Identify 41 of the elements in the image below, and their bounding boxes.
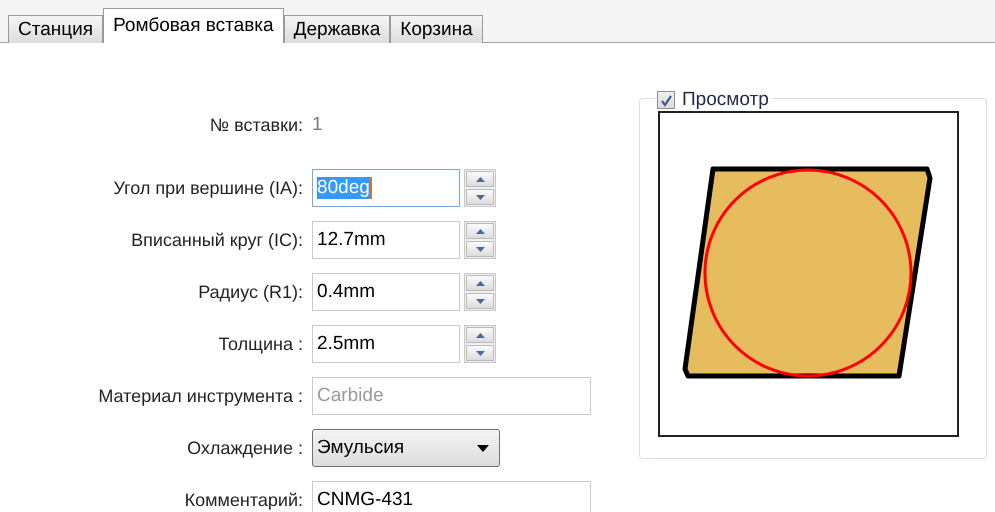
field-value: 12.7mm (317, 229, 386, 251)
input-field[interactable]: 0.4mm (312, 273, 460, 311)
up-arrow-icon (476, 332, 484, 338)
input-field[interactable]: CNMG-431 (312, 481, 591, 512)
down-arrow-icon (476, 246, 484, 252)
spin-buttons[interactable] (464, 169, 496, 207)
insert-number: 1 (312, 112, 323, 137)
field-value: CNMG-431 (317, 488, 414, 512)
up-arrow-icon (476, 176, 484, 182)
spin-buttons[interactable] (464, 221, 496, 259)
tab[interactable]: Ромбовая вставка (103, 8, 284, 43)
field-value: Carbide (317, 384, 384, 408)
checkbox-label: Просмотр (682, 88, 769, 112)
down-arrow-icon (476, 194, 484, 200)
field-label: Толщина : (217, 332, 303, 356)
field-label: Охлаждение : (186, 436, 303, 460)
field-label: Угол при вершине (IA): (112, 176, 303, 200)
dropdown[interactable]: Эмульсия (312, 429, 500, 467)
field-label: Материал инструмента : (97, 384, 303, 408)
field-value: 80deg (317, 177, 372, 199)
tab[interactable]: Державка (284, 15, 390, 43)
down-arrow-icon (476, 350, 484, 356)
field-value: 2.5mm (317, 333, 376, 355)
input-field[interactable]: 12.7mm (312, 221, 460, 259)
spin-buttons[interactable] (464, 273, 496, 311)
down-arrow-icon (476, 298, 484, 304)
field-value: 0.4mm (317, 281, 376, 303)
up-arrow-icon (476, 228, 484, 234)
tab[interactable]: Станция (8, 15, 104, 43)
input-field[interactable]: 2.5mm (312, 325, 460, 363)
field-label: Вписанный круг (IC): (130, 228, 303, 252)
checkmark-icon (660, 94, 672, 107)
dropdown-value: Эмульсия (317, 436, 404, 460)
tab[interactable]: Корзина (390, 15, 483, 43)
field-label: Комментарий: (184, 488, 303, 512)
field-label: Радиус (R1): (197, 280, 303, 304)
caret-icon (477, 444, 489, 452)
up-arrow-icon (476, 280, 484, 286)
spin-buttons[interactable] (464, 325, 496, 363)
field-label: № вставки: (208, 114, 303, 136)
checkbox[interactable] (657, 91, 675, 110)
